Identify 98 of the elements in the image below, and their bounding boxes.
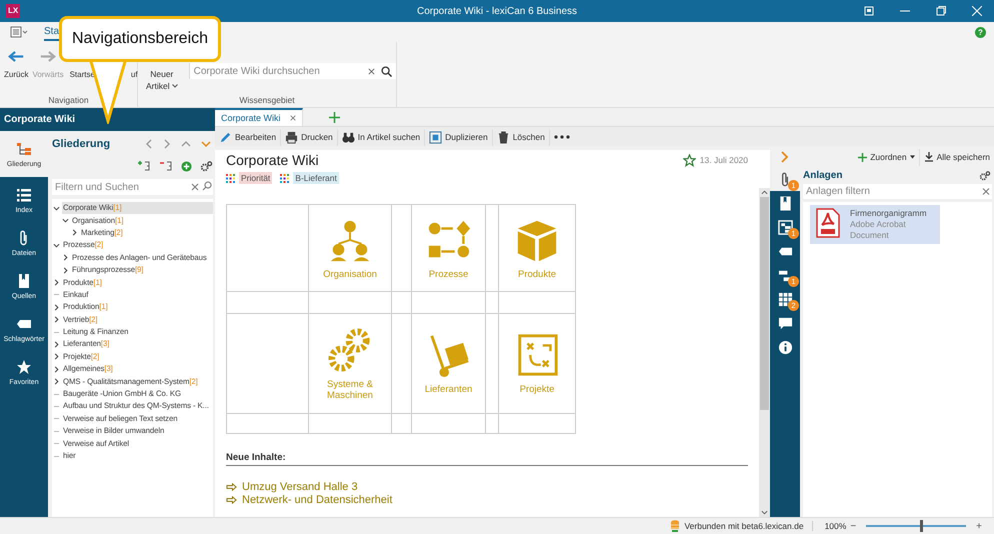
toolbar-button[interactable]: Duplizieren	[425, 128, 493, 146]
tag[interactable]: B-Lieferant	[293, 172, 339, 184]
tag[interactable]: Priorität	[239, 172, 272, 184]
pdf-file-icon	[816, 208, 840, 238]
book-icon	[16, 273, 32, 289]
group-label: Navigation	[47, 95, 90, 107]
clear-icon[interactable]	[368, 68, 375, 74]
collapse-icon[interactable]	[62, 217, 69, 224]
collapse-icon[interactable]	[53, 204, 60, 212]
table-cell	[392, 414, 412, 434]
expand-icon[interactable]	[53, 316, 60, 324]
list-icon	[16, 187, 32, 203]
arrow-icon	[226, 482, 237, 490]
expand-icon[interactable]	[53, 304, 60, 311]
nav-button[interactable]: uf	[130, 70, 138, 79]
nav-button[interactable]: Zurück	[4, 50, 28, 79]
app-logo: LX	[6, 4, 20, 18]
restore-icon[interactable]	[864, 6, 874, 16]
close-icon[interactable]	[290, 115, 296, 121]
article-link[interactable]: Umzug Versand Halle 3	[242, 480, 358, 492]
printer-icon	[285, 130, 298, 144]
expand-icon[interactable]	[62, 266, 69, 274]
zoom-in-button[interactable]: +	[976, 520, 982, 532]
file-type: Adobe Acrobat Document	[850, 219, 907, 241]
binoculars-icon	[342, 130, 355, 144]
new-article-button[interactable]: Neuer Artikel	[138, 68, 184, 92]
trash-icon	[496, 130, 510, 144]
star-icon[interactable]	[682, 154, 696, 166]
caret-icon	[910, 155, 915, 159]
expand-icon[interactable]	[53, 366, 60, 373]
help-button[interactable]: ?	[975, 26, 986, 38]
toolbar-button[interactable]: Bearbeiten	[215, 128, 282, 146]
expand-icon[interactable]	[53, 340, 60, 348]
arrow-icon	[226, 496, 237, 504]
table-cell	[486, 292, 499, 314]
category-icon	[226, 174, 235, 182]
article-link[interactable]: Netzwerk- und Datensicherheit	[242, 494, 392, 506]
scrollbar[interactable]	[759, 188, 770, 517]
file-name: Firmenorganigramm	[850, 208, 928, 219]
table-cell	[392, 292, 412, 314]
expand-icon[interactable]	[71, 229, 78, 236]
maximize-icon[interactable]	[936, 6, 946, 16]
toolbar-button[interactable]: Drucken	[281, 128, 338, 146]
panel-title: Gliederung	[52, 138, 110, 150]
add-icon[interactable]	[181, 160, 192, 172]
attachment-item[interactable]: Firmenorganigramm Adobe Acrobat Document	[810, 205, 940, 244]
article-title: Corporate Wiki	[226, 152, 320, 168]
info-icon	[778, 340, 792, 354]
zoom-out-button[interactable]: −	[850, 520, 856, 532]
filter-field[interactable]: Filtern und Suchen	[52, 179, 189, 195]
panel-title: Anlagen	[803, 170, 844, 181]
pencil-icon	[219, 130, 232, 144]
search-field[interactable]: Corporate Wiki durchsuchen	[188, 63, 396, 79]
panel-action-button[interactable]: Zuordnen	[854, 148, 919, 166]
search-icon[interactable]	[381, 66, 392, 76]
remove-node-icon[interactable]	[159, 160, 173, 172]
clear-icon[interactable]	[980, 184, 992, 199]
expand-icon[interactable]	[62, 254, 69, 262]
star-icon	[16, 359, 32, 375]
slider-thumb[interactable]	[920, 520, 924, 532]
group-label: Wissensgebiet	[238, 95, 296, 107]
category-icon	[280, 174, 290, 182]
document-tab[interactable]: Corporate Wiki	[215, 108, 303, 126]
settings-icon[interactable]	[979, 170, 991, 180]
add-node-icon[interactable]	[137, 160, 151, 172]
section-heading: Neue Inhalte:	[226, 452, 748, 466]
settings-icon[interactable]	[200, 160, 213, 172]
panel-header: Corporate Wiki	[0, 108, 215, 131]
toolbar-button[interactable]: In Artikel suchen	[338, 128, 426, 146]
connection-status: Verbunden mit beta6.lexican.de	[684, 521, 813, 531]
expand-icon[interactable]	[53, 353, 60, 360]
plus-icon	[858, 152, 868, 162]
window-title: Corporate Wiki - lexiCan 6 Business	[416, 6, 578, 16]
panel-action-button[interactable]: Alle speichern	[918, 148, 994, 166]
database-icon	[670, 520, 680, 532]
outline-icon	[778, 220, 792, 234]
toolbar-button[interactable]: Löschen	[492, 128, 550, 146]
grid-icon	[778, 292, 792, 306]
duplicate-icon	[429, 130, 442, 144]
comment-icon	[778, 316, 792, 330]
scroll-down-icon[interactable]	[761, 510, 768, 515]
article-date: 13. Juli 2020	[700, 155, 748, 165]
more-icon[interactable]	[554, 135, 570, 139]
filter-field[interactable]: Anlagen filtern	[803, 184, 980, 199]
back-arrow-icon	[7, 50, 26, 63]
collapse-icon[interactable]	[53, 242, 60, 249]
forward-arrow-icon	[39, 50, 58, 63]
new-tab-icon[interactable]	[328, 112, 340, 123]
expand-icon[interactable]	[53, 279, 60, 286]
zoom-level: 100%	[824, 521, 846, 531]
book-icon	[778, 196, 792, 210]
expand-icon[interactable]	[53, 378, 60, 386]
table-cell	[486, 414, 499, 434]
download-icon	[924, 152, 934, 162]
menu-icon[interactable]	[10, 26, 28, 38]
outline-icon	[16, 140, 32, 156]
caret-icon	[172, 84, 178, 88]
scroll-up-icon[interactable]	[761, 190, 768, 195]
